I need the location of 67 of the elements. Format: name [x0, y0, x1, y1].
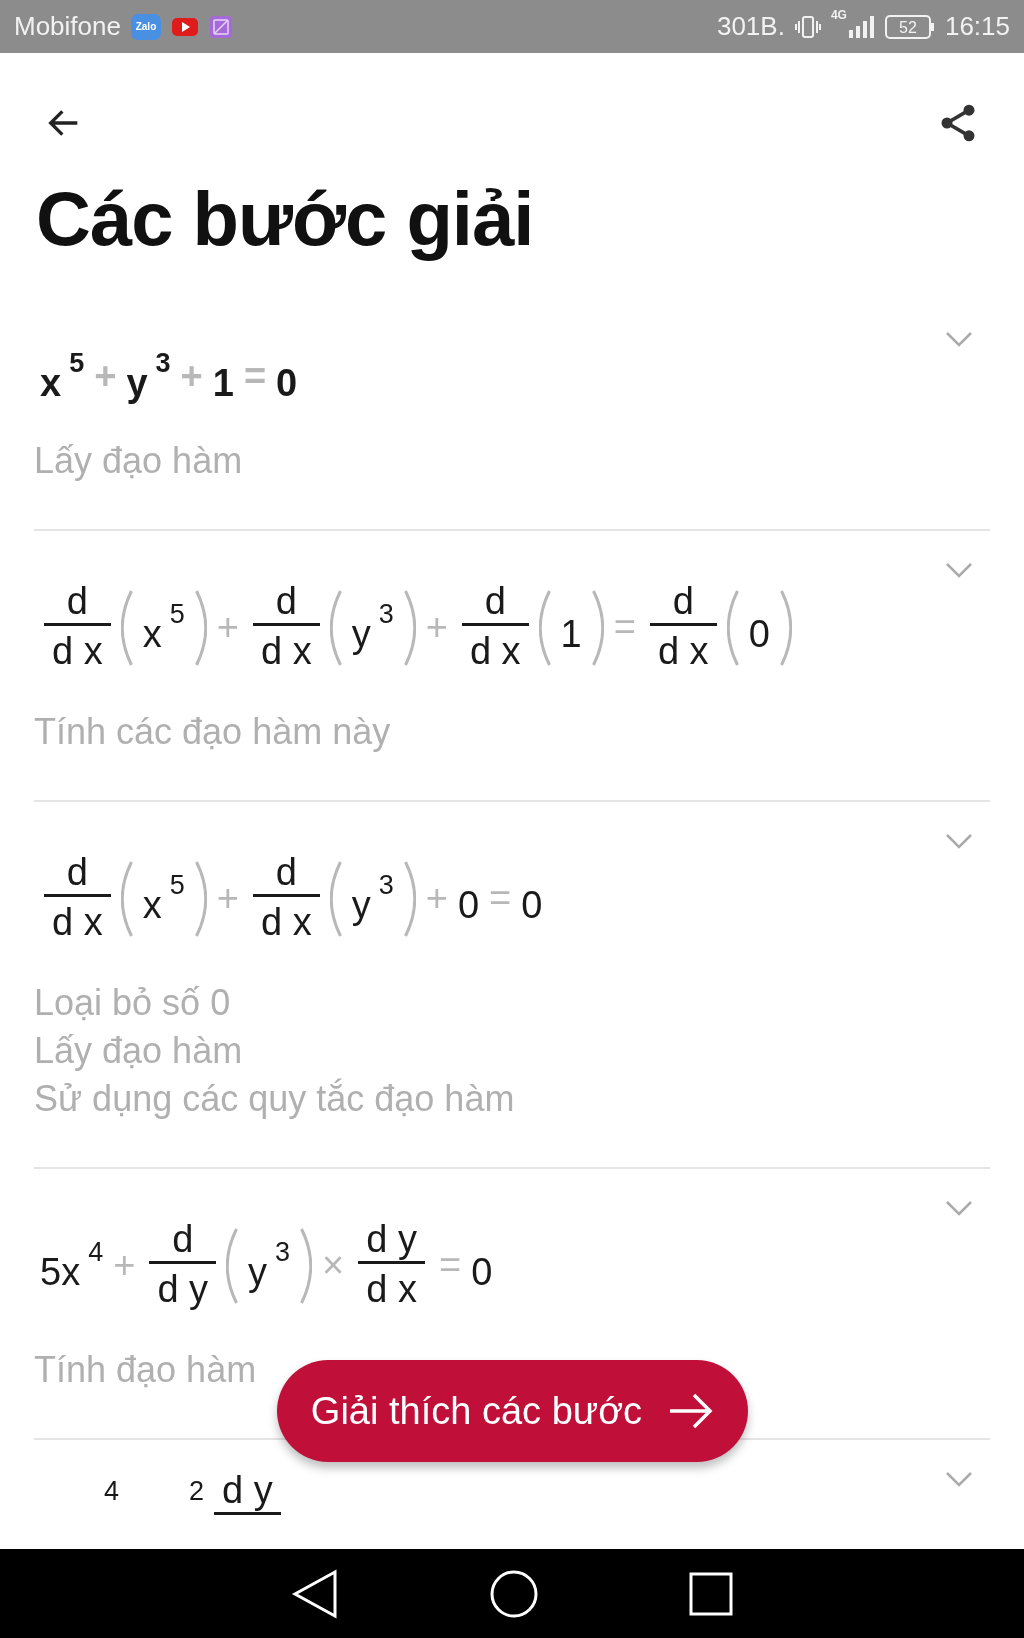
math-term: 2	[188, 1476, 205, 1507]
math-operator: +	[216, 606, 239, 649]
numerator: d	[274, 579, 298, 623]
denominator: d x	[365, 1267, 418, 1312]
step-description: Tính các đạo hàm này	[34, 710, 391, 754]
math-term: x 5	[40, 348, 85, 405]
vibrate-icon	[794, 14, 821, 39]
math-operator: =	[439, 1244, 462, 1287]
math-term: y 3	[351, 870, 394, 927]
step-description: Lấy đạo hàm	[34, 439, 243, 483]
math-term: 0	[457, 883, 479, 927]
numerator: d	[274, 850, 298, 894]
numerator: d	[483, 579, 507, 623]
math-operator: =	[613, 606, 636, 649]
carrier-name: Mobifone	[14, 11, 121, 42]
math-operator: +	[216, 877, 239, 920]
numerator: d	[65, 579, 89, 623]
math-operator: ×	[322, 1244, 345, 1287]
math-term: x 5	[142, 870, 185, 927]
denominator: d x	[51, 629, 104, 674]
step-description: Tính đạo hàm	[34, 1348, 257, 1392]
step-description: Sử dụng các quy tắc đạo hàm	[34, 1077, 515, 1121]
arrow-right-icon	[668, 1391, 715, 1431]
math-term: 1	[212, 361, 234, 405]
step-description: Lấy đạo hàm	[34, 1029, 243, 1073]
numerator: d y	[365, 1217, 418, 1261]
math-operator: +	[180, 355, 203, 398]
recents-nav-icon[interactable]	[689, 1571, 733, 1616]
math-term: y 3	[351, 599, 394, 656]
video-app-icon	[170, 16, 199, 37]
clock: 16:15	[944, 11, 1010, 42]
math-operator: +	[94, 355, 117, 398]
denominator: d x	[259, 629, 313, 674]
math-term: 0	[471, 1250, 493, 1294]
math-term: 0	[521, 883, 543, 927]
denominator: d x	[51, 900, 104, 945]
network-speed: 301B.	[716, 11, 785, 42]
denominator: d x	[259, 900, 313, 945]
numerator: d	[171, 1217, 195, 1261]
gallery-icon	[208, 14, 233, 39]
math-term: 5x 4	[40, 1237, 104, 1294]
math-operator: +	[113, 1244, 136, 1287]
numerator: d	[65, 850, 89, 894]
page-title: Các bước giải	[36, 175, 535, 262]
back-nav-icon[interactable]	[291, 1568, 339, 1619]
step-description: Loại bỏ số 0	[34, 981, 231, 1025]
math-operator: +	[425, 877, 448, 920]
numerator: d	[671, 579, 695, 623]
math-term: 1	[560, 612, 582, 656]
signal-icon	[846, 13, 875, 40]
math-operator: =	[489, 877, 512, 920]
math-term: x 5	[142, 599, 185, 656]
numerator: d y	[221, 1468, 274, 1512]
math-term: 0	[748, 612, 770, 656]
math-operator: +	[425, 606, 448, 649]
math-term: y 3	[126, 348, 171, 405]
math-operator: =	[243, 355, 267, 398]
chat-app-icon: Zalo	[130, 13, 161, 40]
math-term: y 3	[248, 1237, 291, 1294]
network-type: 4G	[830, 8, 847, 22]
math-term: 0	[276, 361, 298, 405]
denominator: d x	[468, 629, 522, 674]
denominator: d x	[656, 629, 710, 674]
explain-steps-button[interactable]: Giải thích các bước	[277, 1360, 748, 1462]
denominator: d y	[156, 1267, 210, 1312]
math-term: 4	[103, 1476, 120, 1507]
home-nav-icon[interactable]	[489, 1568, 539, 1619]
